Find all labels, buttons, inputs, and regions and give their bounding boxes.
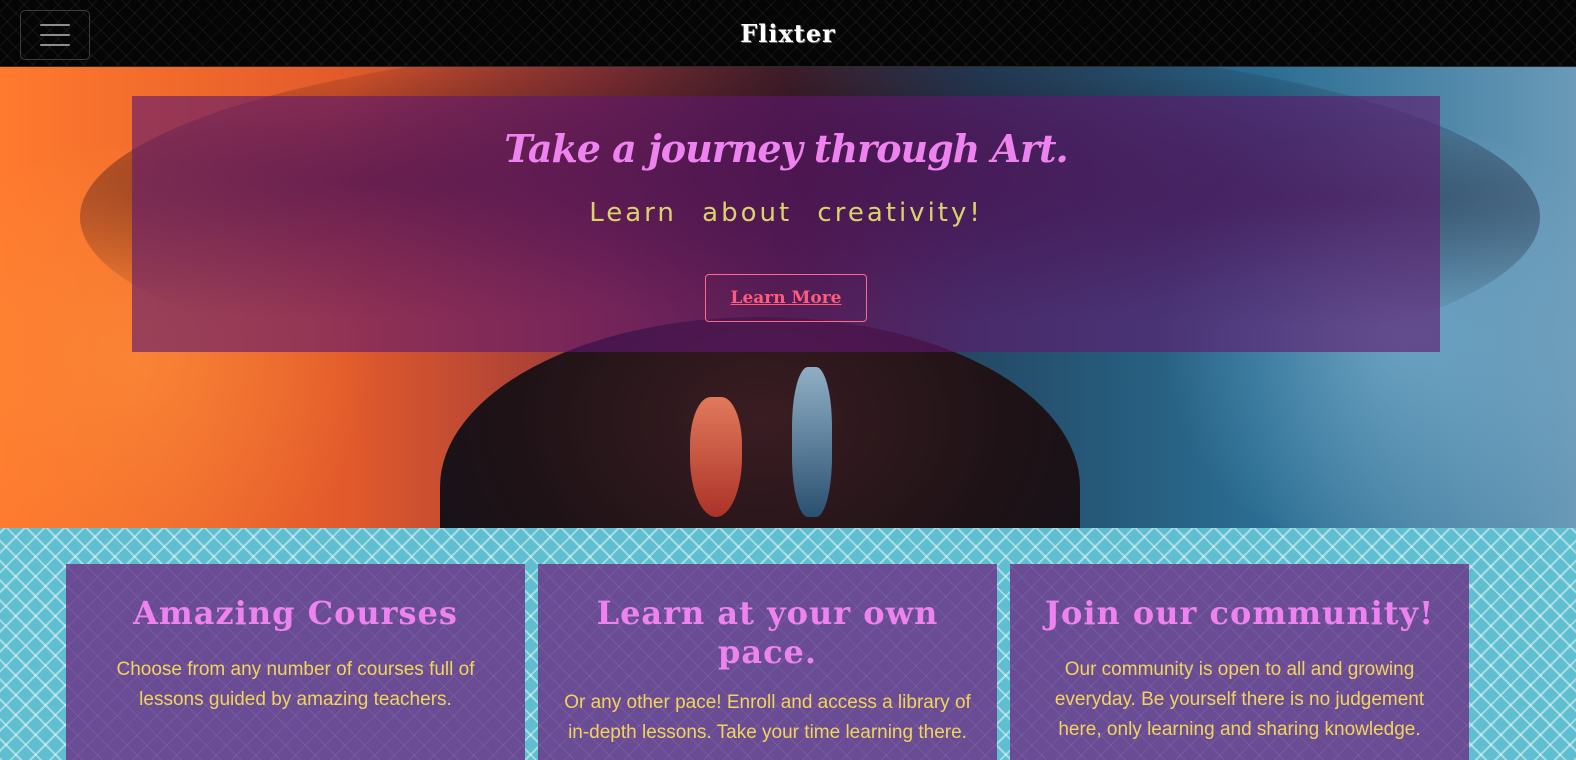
- feature-title: Amazing Courses: [133, 594, 458, 632]
- hero-sculpture-highlight: [690, 397, 742, 517]
- feature-text: Choose from any number of courses full o…: [116, 659, 475, 710]
- features-section: Amazing Courses Choose from any number o…: [0, 528, 1576, 760]
- feature-title: Learn at your own pace.: [596, 594, 939, 671]
- feature-card-courses: Amazing Courses Choose from any number o…: [66, 564, 525, 760]
- menu-icon-line: [40, 44, 70, 46]
- menu-icon: [40, 24, 70, 26]
- menu-toggle-button[interactable]: [20, 10, 90, 60]
- hero-title: Take a journey through Art.: [504, 126, 1069, 171]
- feature-card-community: Join our community! Our community is ope…: [1010, 564, 1469, 760]
- learn-more-button[interactable]: Learn More: [705, 274, 867, 322]
- hero-subtitle: Learn about creativity!: [589, 198, 983, 228]
- hero-card: Take a journey through Art. Learn about …: [132, 96, 1440, 352]
- brand-link[interactable]: Flixter: [740, 19, 836, 48]
- navbar: Flixter: [0, 0, 1576, 67]
- feature-text: Our community is open to all and growing…: [1054, 659, 1425, 740]
- brand-container: Flixter: [0, 0, 1576, 67]
- menu-icon-line: [40, 34, 70, 36]
- feature-text: Or any other pace! Enroll and access a l…: [564, 692, 971, 743]
- feature-title: Join our community!: [1044, 594, 1435, 632]
- hero-section: Take a journey through Art. Learn about …: [0, 67, 1576, 528]
- feature-card-pace: Learn at your own pace. Or any other pac…: [538, 564, 997, 760]
